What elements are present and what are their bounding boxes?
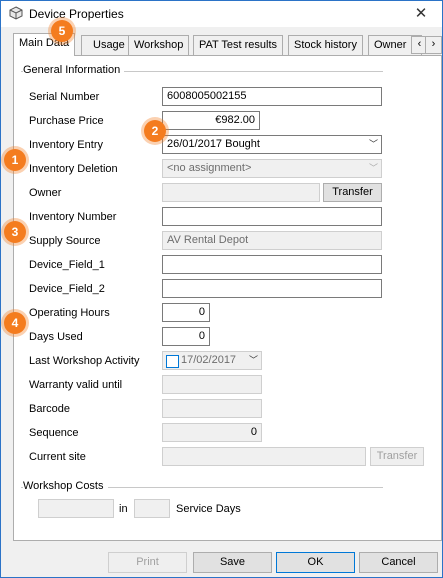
tab-usage[interactable]: Usage (81, 35, 131, 55)
callout-badge-1: 1 (4, 149, 26, 171)
chevron-down-icon: ﹀ (368, 163, 378, 173)
purchase-price-label: Purchase Price (29, 115, 104, 127)
inventory-entry-label: Inventory Entry (29, 139, 103, 151)
callout-badge-2: 2 (144, 120, 166, 142)
workshop-costs-amount-field (38, 499, 114, 518)
inventory-deletion-label: Inventory Deletion (29, 163, 118, 175)
current-site-label: Current site (29, 451, 86, 463)
tab-workshop[interactable]: Workshop (128, 35, 190, 55)
callout-badge-5: 5 (51, 20, 73, 42)
cancel-button[interactable]: Cancel (359, 552, 438, 573)
owner-label: Owner (29, 187, 62, 199)
service-days-label: Service Days (176, 503, 241, 515)
days-used-label: Days Used (29, 331, 83, 343)
device-field-1-input[interactable] (162, 255, 382, 274)
device-field-2-label: Device_Field_2 (29, 283, 105, 295)
device-field-2-input[interactable] (162, 279, 382, 298)
purchase-price-field[interactable]: €982.00 (162, 111, 260, 130)
current-site-transfer-button: Transfer (370, 447, 424, 466)
inventory-entry-value: 26/01/2017 Bought (167, 138, 260, 150)
serial-number-field[interactable]: 6008005002155 (162, 87, 382, 106)
chevron-down-icon: ﹀ (248, 355, 258, 365)
inventory-deletion-value: <no assignment> (167, 162, 252, 174)
callout-badge-4: 4 (4, 312, 26, 334)
ok-button[interactable]: OK (276, 552, 355, 573)
serial-number-label: Serial Number (29, 91, 100, 103)
workshop-costs-heading: Workshop Costs (23, 480, 108, 492)
workshop-costs-in-label: in (119, 503, 128, 515)
operating-hours-label: Operating Hours (29, 307, 110, 319)
close-button[interactable]: ✕ (406, 3, 436, 25)
device-field-1-label: Device_Field_1 (29, 259, 105, 271)
close-icon: ✕ (414, 5, 428, 22)
tab-scroll-right-button[interactable]: › (425, 36, 442, 54)
owner-transfer-button[interactable]: Transfer (323, 183, 382, 202)
tab-label: PAT Test results (199, 39, 278, 51)
owner-field (162, 183, 320, 202)
general-information-heading: General Information (23, 64, 125, 76)
last-workshop-date-value: 17/02/2017 (181, 354, 237, 366)
device-cube-icon (9, 6, 23, 20)
chevron-left-icon: ‹ (417, 38, 422, 50)
callout-badge-3: 3 (4, 221, 26, 243)
tab-label: Usage (93, 39, 125, 51)
barcode-label: Barcode (29, 403, 70, 415)
sequence-label: Sequence (29, 427, 79, 439)
tab-label: Owner (374, 39, 407, 51)
workshop-costs-days-field (134, 499, 170, 518)
tab-label: Workshop (134, 39, 184, 51)
inventory-number-label: Inventory Number (29, 211, 117, 223)
last-workshop-checkbox[interactable] (166, 355, 179, 368)
chevron-right-icon: › (431, 38, 436, 50)
inventory-number-field[interactable] (162, 207, 382, 226)
barcode-field (162, 399, 262, 418)
days-used-field[interactable]: 0 (162, 327, 210, 346)
warranty-label: Warranty valid until (29, 379, 123, 391)
window-title: Device Properties (29, 7, 124, 21)
last-workshop-date-picker[interactable]: 17/02/2017 ﹀ (162, 351, 262, 370)
tab-label: Stock history (294, 39, 357, 51)
inventory-deletion-select: <no assignment> ﹀ (162, 159, 382, 178)
print-button: Print (108, 552, 187, 573)
current-site-field (162, 447, 366, 466)
operating-hours-field[interactable]: 0 (162, 303, 210, 322)
last-workshop-activity-label: Last Workshop Activity (29, 355, 140, 367)
supply-source-field: AV Rental Depot (162, 231, 382, 250)
tab-stock-history[interactable]: Stock history (288, 35, 363, 55)
supply-source-label: Supply Source (29, 235, 101, 247)
chevron-down-icon: ﹀ (368, 139, 378, 149)
tab-pat-test-results[interactable]: PAT Test results (193, 35, 284, 55)
sequence-field: 0 (162, 423, 262, 442)
save-button[interactable]: Save (193, 552, 272, 573)
device-properties-window: Device Properties ✕ Main Data Usage Work… (0, 0, 443, 578)
tab-strip: Main Data Usage Workshop PAT Test result… (13, 33, 442, 56)
inventory-entry-select[interactable]: 26/01/2017 Bought ﹀ (162, 135, 382, 154)
warranty-field (162, 375, 262, 394)
